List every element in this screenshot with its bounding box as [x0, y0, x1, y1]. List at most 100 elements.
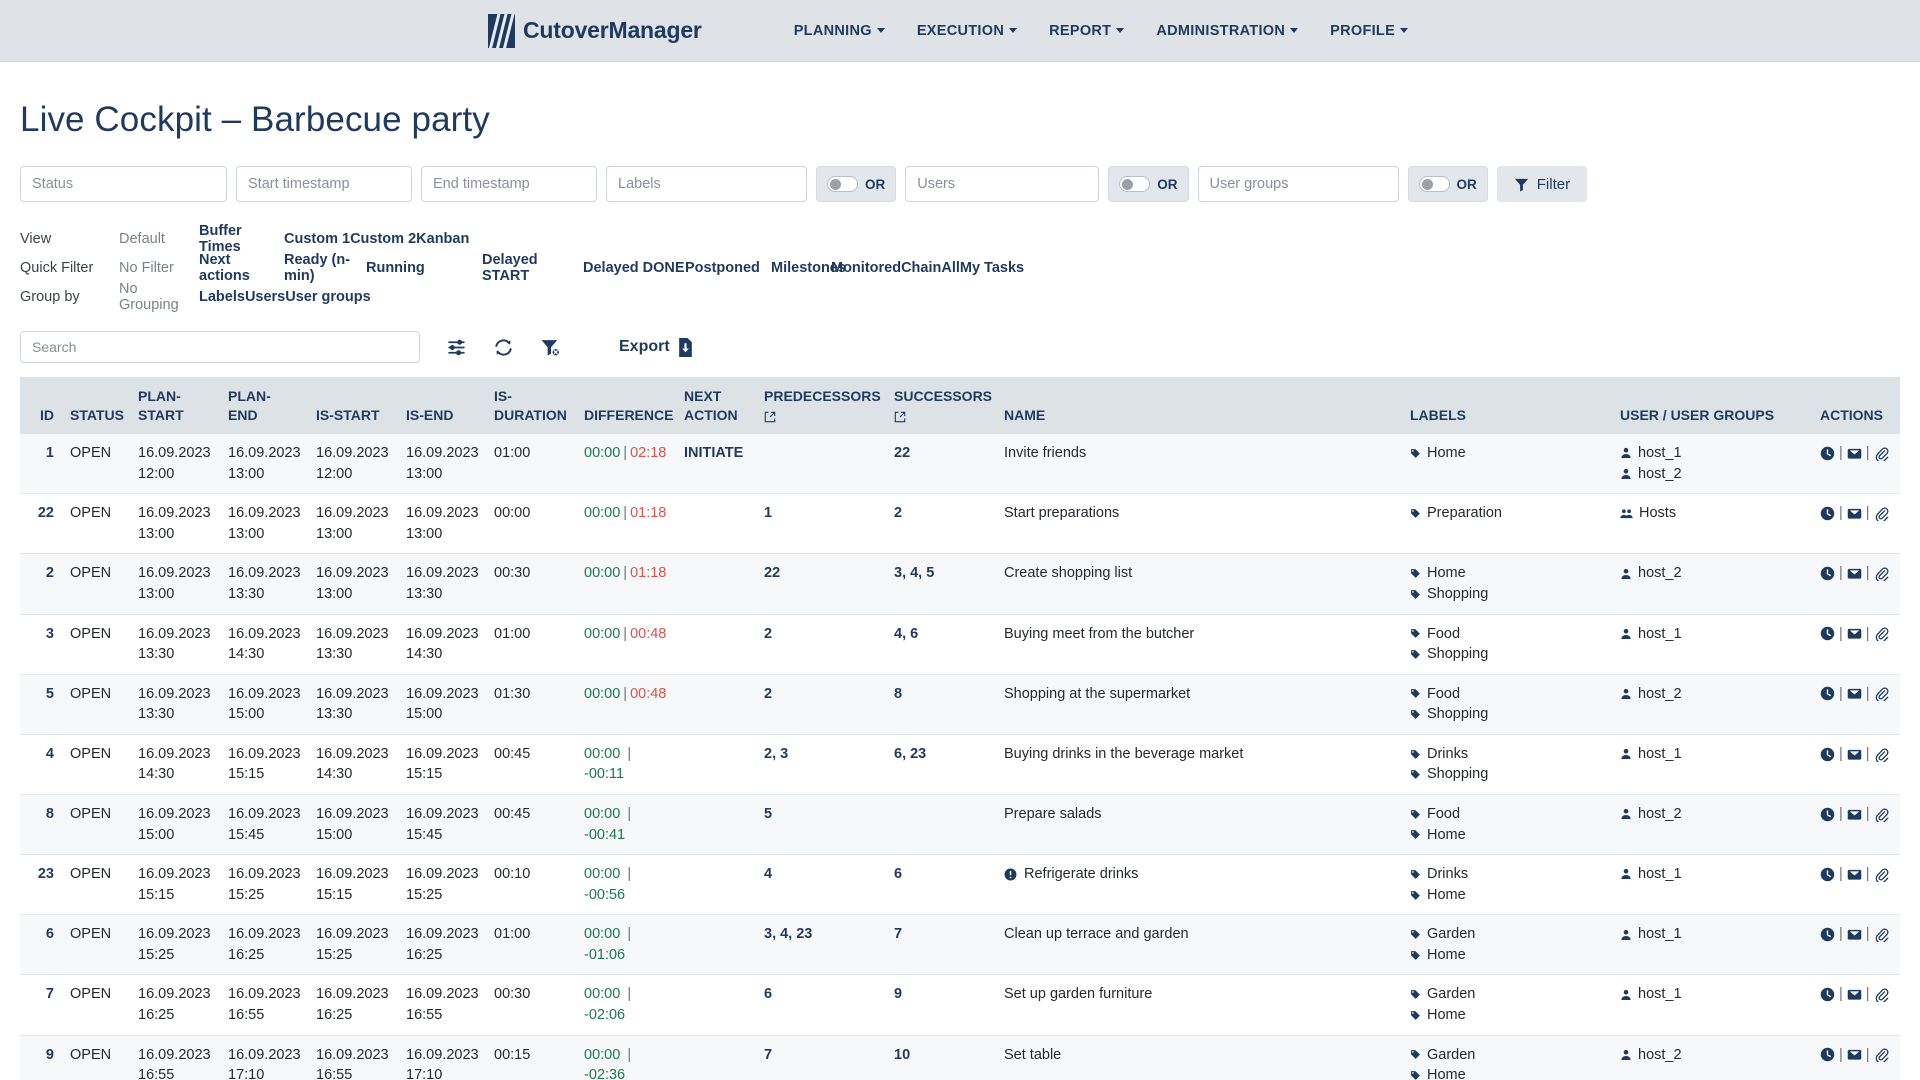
- clock-icon[interactable]: [1820, 807, 1835, 822]
- cell-id[interactable]: 6: [20, 914, 62, 976]
- cell-predecessors[interactable]: 2, 3: [756, 734, 886, 796]
- cell-name[interactable]: Invite friends: [996, 434, 1402, 495]
- label-chip[interactable]: Shopping: [1410, 704, 1604, 725]
- view-option-custom-2[interactable]: Custom 2: [350, 231, 416, 247]
- nav-item-planning[interactable]: PLANNING: [794, 23, 885, 39]
- search-input[interactable]: [20, 331, 420, 363]
- nav-item-profile[interactable]: PROFILE: [1330, 23, 1409, 39]
- table-row[interactable]: 9 OPEN 16.09.2023 16:55 16.09.2023 17:10 1…: [20, 1035, 1900, 1080]
- cell-id[interactable]: 3: [20, 614, 62, 675]
- column-header-successors[interactable]: SUCCESSORS: [886, 377, 996, 435]
- cell-next-action[interactable]: [676, 553, 756, 615]
- inbox-icon[interactable]: [1847, 1047, 1862, 1062]
- user-chip[interactable]: host_2: [1620, 804, 1804, 825]
- paperclip-icon[interactable]: [1874, 1047, 1889, 1063]
- cell-id[interactable]: 2: [20, 553, 62, 615]
- user-chip[interactable]: host_1: [1620, 984, 1804, 1005]
- user-chip[interactable]: host_1: [1620, 624, 1804, 645]
- users-or-toggle[interactable]: OR: [1108, 166, 1189, 202]
- toggle-switch-icon[interactable]: [827, 176, 858, 192]
- label-chip[interactable]: Home: [1410, 1005, 1604, 1026]
- cell-name[interactable]: Refrigerate drinks: [996, 854, 1402, 916]
- column-header-actions[interactable]: ACTIONS: [1812, 377, 1900, 435]
- clock-icon[interactable]: [1820, 747, 1835, 762]
- view-current[interactable]: Default: [119, 231, 199, 247]
- sliders-icon[interactable]: [446, 337, 467, 358]
- clock-icon[interactable]: [1820, 1047, 1835, 1062]
- label-chip[interactable]: Garden: [1410, 924, 1604, 945]
- user-chip[interactable]: host_1: [1620, 744, 1804, 765]
- table-row[interactable]: 5 OPEN 16.09.2023 13:30 16.09.2023 15:00 1…: [20, 674, 1900, 735]
- column-header-id[interactable]: ID: [20, 377, 62, 435]
- label-chip[interactable]: Home: [1410, 443, 1604, 464]
- cell-name[interactable]: Shopping at the supermarket: [996, 674, 1402, 735]
- cell-next-action[interactable]: [676, 794, 756, 856]
- clock-icon[interactable]: [1820, 626, 1835, 641]
- quick-filter-next-actions[interactable]: Next actions: [199, 252, 284, 284]
- cell-successors[interactable]: 2: [886, 493, 996, 555]
- cell-id[interactable]: 22: [20, 493, 62, 555]
- cell-successors[interactable]: 9: [886, 974, 996, 1036]
- cell-successors[interactable]: 8: [886, 674, 996, 735]
- paperclip-icon[interactable]: [1874, 807, 1889, 822]
- column-header-next-action[interactable]: NEXT ACTION: [676, 377, 756, 435]
- filter-button[interactable]: Filter: [1496, 166, 1588, 202]
- cell-name[interactable]: Create shopping list: [996, 553, 1402, 615]
- group-by-labels[interactable]: Labels: [199, 289, 245, 305]
- user-chip[interactable]: host_1: [1620, 924, 1804, 945]
- external-link-icon[interactable]: [764, 411, 776, 423]
- cell-id[interactable]: 4: [20, 734, 62, 796]
- column-header-plan-end[interactable]: PLAN- END: [220, 377, 308, 435]
- user-chip[interactable]: Hosts: [1620, 503, 1804, 524]
- paperclip-icon[interactable]: [1874, 867, 1889, 882]
- label-chip[interactable]: Home: [1410, 825, 1604, 846]
- group-by-user-groups[interactable]: User groups: [285, 289, 370, 305]
- cell-id[interactable]: 1: [20, 434, 62, 495]
- table-row[interactable]: 22 OPEN 16.09.2023 13:00 16.09.2023 13:00 …: [20, 493, 1900, 555]
- inbox-icon[interactable]: [1847, 987, 1862, 1002]
- column-header-is-end[interactable]: IS-END: [398, 377, 486, 435]
- table-row[interactable]: 4 OPEN 16.09.2023 14:30 16.09.2023 15:15 1…: [20, 734, 1900, 796]
- label-chip[interactable]: Home: [1410, 945, 1604, 966]
- cell-predecessors[interactable]: 2: [756, 614, 886, 675]
- label-chip[interactable]: Preparation: [1410, 503, 1604, 524]
- cell-next-action[interactable]: INITIATE: [676, 434, 756, 495]
- column-header-plan-start[interactable]: PLAN- START: [130, 377, 220, 435]
- view-option-buffer-times[interactable]: Buffer Times: [199, 223, 284, 255]
- label-chip[interactable]: Shopping: [1410, 644, 1604, 665]
- label-chip[interactable]: Food: [1410, 624, 1604, 645]
- quick-filter-monitored[interactable]: Monitored: [831, 260, 901, 276]
- table-row[interactable]: 8 OPEN 16.09.2023 15:00 16.09.2023 15:45 1…: [20, 794, 1900, 856]
- label-chip[interactable]: Home: [1410, 885, 1604, 906]
- start-timestamp-input[interactable]: Start timestamp: [236, 166, 412, 202]
- cell-next-action[interactable]: [676, 1035, 756, 1080]
- cell-name[interactable]: Buying meet from the butcher: [996, 614, 1402, 675]
- cell-predecessors[interactable]: 4: [756, 854, 886, 916]
- column-header-difference[interactable]: DIFFERENCE: [576, 377, 676, 435]
- cell-successors[interactable]: 3, 4, 5: [886, 553, 996, 615]
- cell-next-action[interactable]: [676, 974, 756, 1036]
- refresh-icon[interactable]: [493, 337, 514, 358]
- cell-id[interactable]: 23: [20, 854, 62, 916]
- cell-successors[interactable]: 22: [886, 434, 996, 495]
- cell-predecessors[interactable]: 22: [756, 553, 886, 615]
- label-chip[interactable]: Garden: [1410, 1045, 1604, 1066]
- view-option-kanban[interactable]: Kanban: [416, 231, 469, 247]
- table-row[interactable]: 7 OPEN 16.09.2023 16:25 16.09.2023 16:55 1…: [20, 974, 1900, 1036]
- funnel-off-icon[interactable]: [540, 337, 561, 358]
- cell-id[interactable]: 8: [20, 794, 62, 856]
- paperclip-icon[interactable]: [1874, 626, 1889, 642]
- quick-filter-delayed-start[interactable]: Delayed START: [482, 252, 583, 284]
- group-by-users[interactable]: Users: [245, 289, 285, 305]
- label-chip[interactable]: Shopping: [1410, 584, 1604, 605]
- clock-icon[interactable]: [1820, 927, 1835, 942]
- view-option-custom-1[interactable]: Custom 1: [284, 231, 350, 247]
- nav-item-administration[interactable]: ADMINISTRATION: [1156, 23, 1299, 39]
- quick-filter-milestones[interactable]: Milestones: [771, 260, 846, 276]
- paperclip-icon[interactable]: [1874, 566, 1889, 582]
- group-by-current[interactable]: No Grouping: [119, 281, 199, 313]
- label-chip[interactable]: Food: [1410, 684, 1604, 705]
- cell-name[interactable]: Buying drinks in the beverage market: [996, 734, 1402, 796]
- table-row[interactable]: 2 OPEN 16.09.2023 13:00 16.09.2023 13:30 1…: [20, 553, 1900, 615]
- cell-successors[interactable]: 10: [886, 1035, 996, 1080]
